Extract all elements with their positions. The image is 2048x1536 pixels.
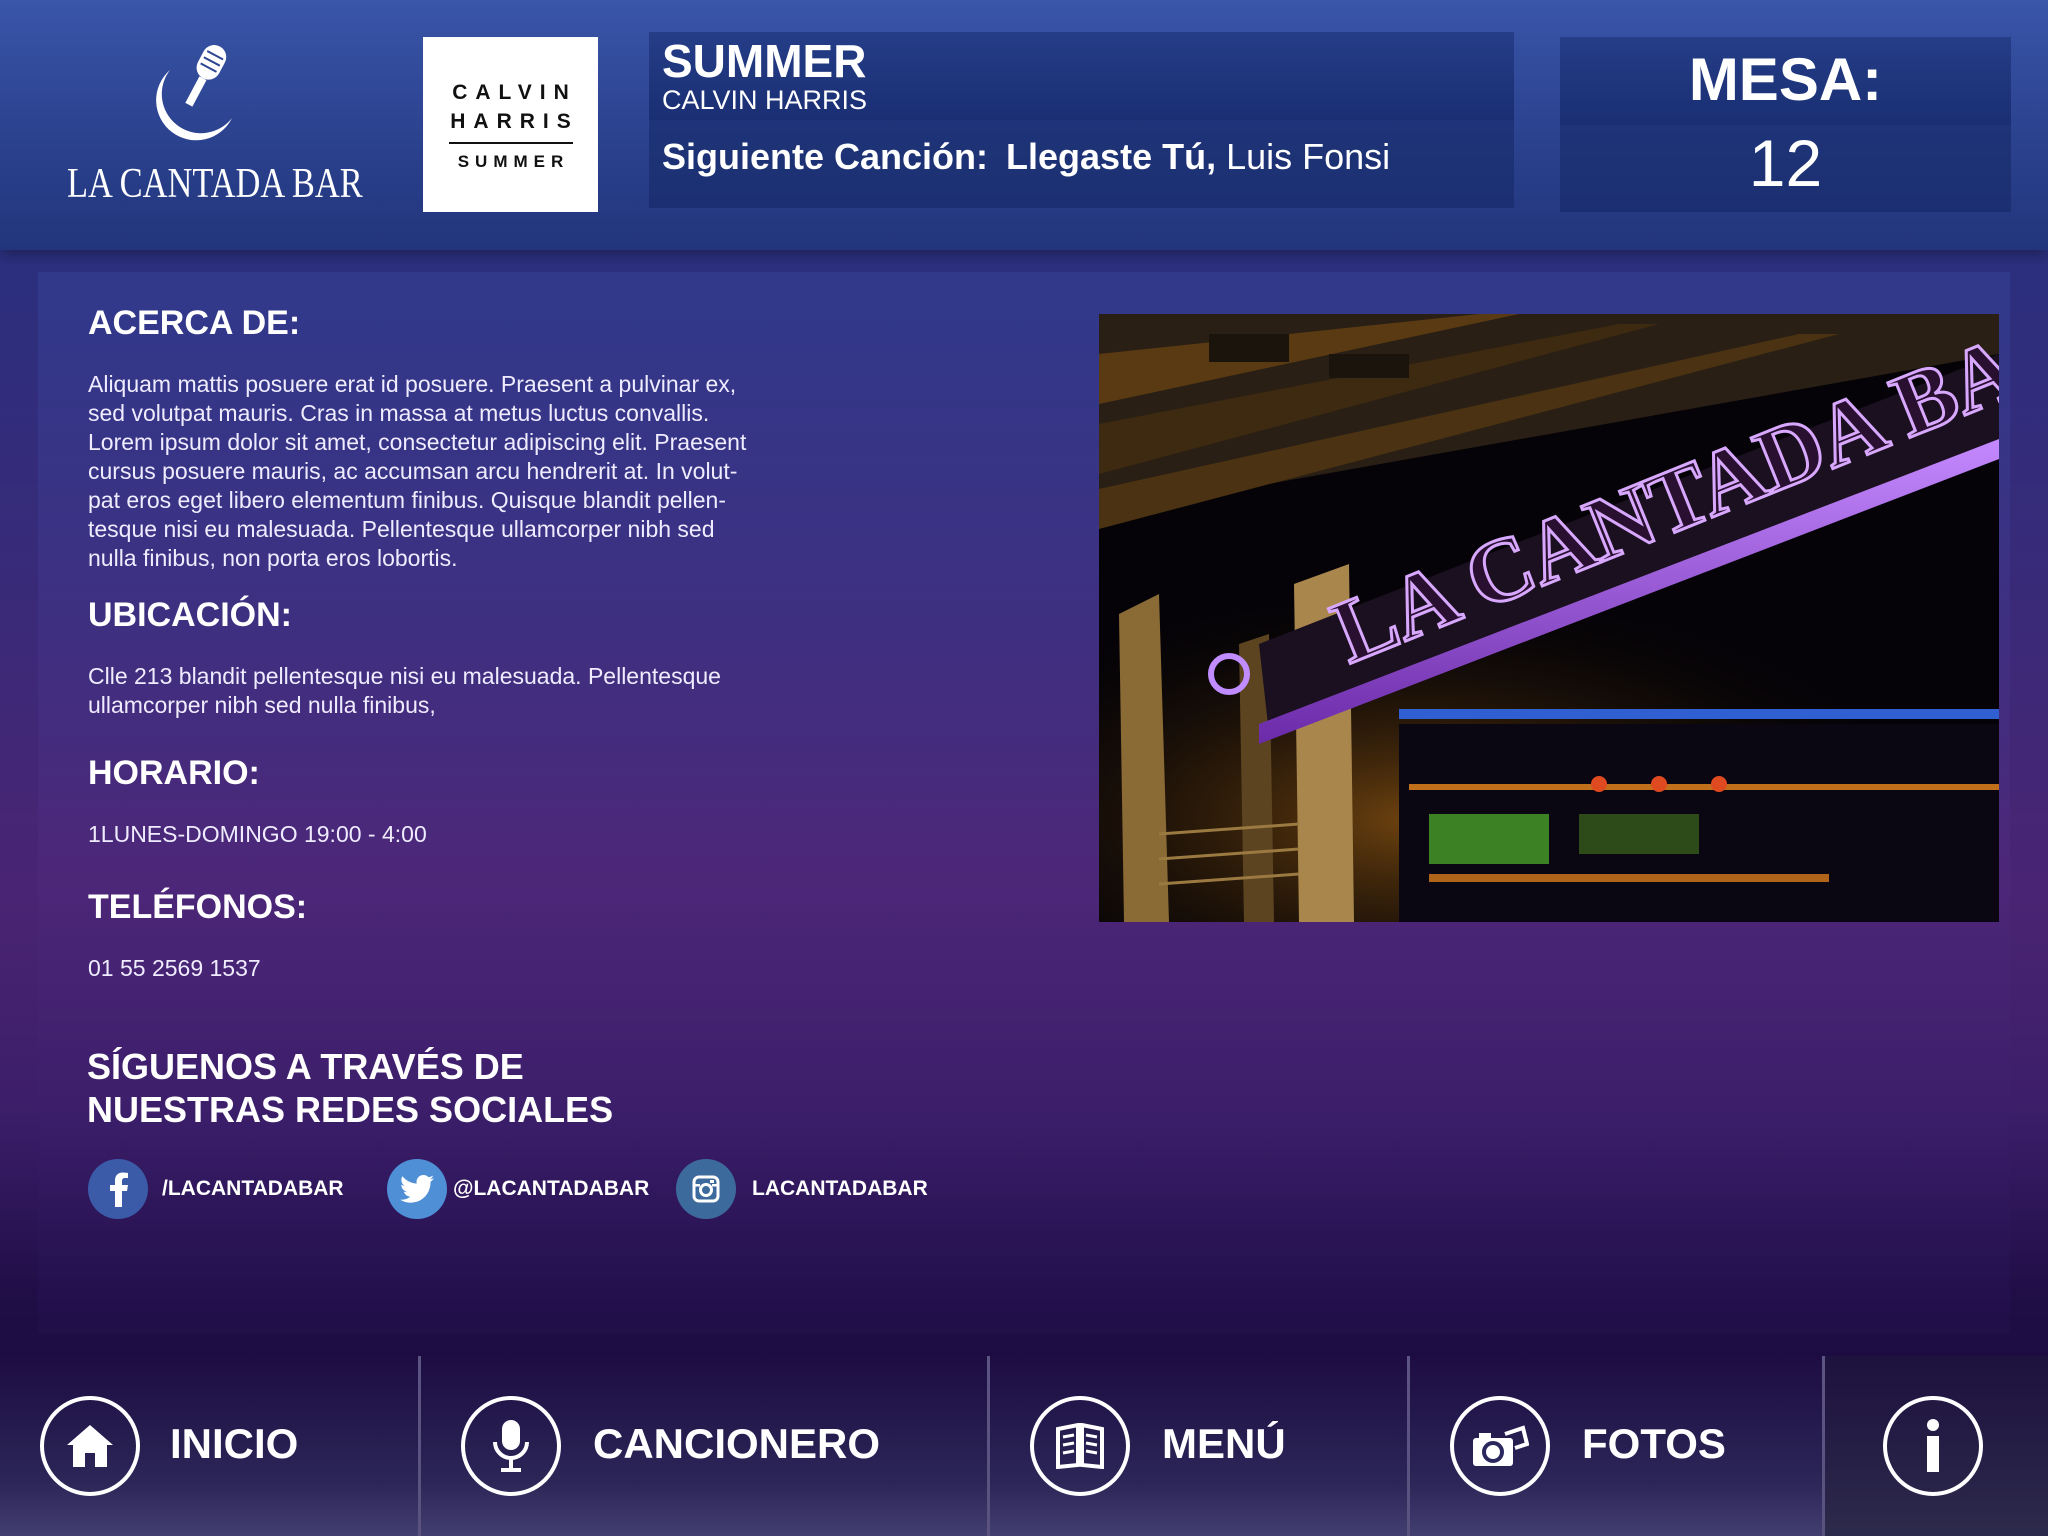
twitter-link[interactable]: @LACANTADABAR	[387, 1159, 649, 1219]
about-line: Lorem ipsum dolor sit amet, consectetur …	[88, 429, 747, 455]
facebook-link[interactable]: /LACANTADABAR	[88, 1159, 344, 1219]
social-heading-line: NUESTRAS REDES SOCIALES	[87, 1089, 614, 1130]
bar-photo: LA CANTADA BAR	[1099, 314, 1999, 922]
nav-label: CANCIONERO	[593, 1420, 881, 1467]
album-artist-line2: HARRIS	[450, 109, 579, 133]
schedule-heading: HORARIO:	[88, 754, 260, 792]
nav-info[interactable]	[1825, 1356, 2048, 1536]
song-artist: CALVIN HARRIS	[662, 85, 868, 115]
about-line: tesque nisi eu malesuada. Pellentesque u…	[88, 516, 715, 542]
next-song-title: Llegaste Tú,	[1006, 136, 1217, 177]
about-line: Aliquam mattis posuere erat id posuere. …	[88, 371, 737, 397]
nav-cancionero[interactable]: CANCIONERO	[421, 1356, 987, 1536]
facebook-icon	[88, 1159, 148, 1219]
album-artist-line1: CALVIN	[452, 80, 577, 104]
twitter-handle: @LACANTADABAR	[453, 1177, 650, 1200]
nav-label: FOTOS	[1582, 1420, 1726, 1467]
microphone-icon	[461, 1396, 561, 1496]
location-text: Clle 213 blandit pellentesque nisi eu ma…	[88, 662, 848, 720]
info-icon	[1883, 1396, 1983, 1496]
table-number-panel: MESA: 12	[1560, 37, 2011, 212]
instagram-icon	[676, 1159, 736, 1219]
about-heading: ACERCA DE:	[88, 304, 301, 342]
schedule-text: 1LUNES-DOMINGO 19:00 - 4:00	[88, 821, 427, 847]
brand-name: LA CANTADA BAR	[67, 161, 363, 207]
phones-text: 01 55 2569 1537	[88, 955, 261, 981]
nav-label: MENÚ	[1162, 1420, 1286, 1467]
song-title: SUMMER	[662, 35, 867, 87]
camera-icon	[1450, 1396, 1550, 1496]
nav-fotos[interactable]: FOTOS	[1410, 1356, 1822, 1536]
social-heading-line: SÍGUENOS A TRAVÉS DE	[87, 1046, 524, 1087]
location-heading: UBICACIÓN:	[88, 596, 292, 634]
about-line: nulla finibus, non porta eros lobortis.	[88, 545, 458, 571]
twitter-icon	[387, 1159, 447, 1219]
table-number: 12	[1748, 126, 1823, 200]
phones-heading: TELÉFONOS:	[88, 888, 308, 926]
info-panel: ACERCA DE: Aliquam mattis posuere erat i…	[38, 272, 2010, 1334]
next-song-artist: Luis Fonsi	[1226, 136, 1391, 177]
bar-photo-illustration: LA CANTADA BAR	[1099, 314, 1999, 922]
album-divider	[448, 141, 573, 144]
header-bar: LA CANTADA BAR CALVIN HARRIS SUMMER SUMM…	[0, 0, 2048, 250]
next-song-label: Siguiente Canción:	[662, 136, 989, 177]
table-label: MESA:	[1688, 46, 1883, 113]
about-line: sed volutpat mauris. Cras in massa at me…	[88, 400, 710, 426]
about-text: Aliquam mattis posuere erat id posuere. …	[88, 370, 848, 573]
nav-inicio[interactable]: INICIO	[0, 1356, 418, 1536]
brand-logo: LA CANTADA BAR	[40, 30, 363, 220]
instagram-link[interactable]: LACANTADABAR	[676, 1159, 928, 1219]
home-icon	[40, 1396, 140, 1496]
instagram-handle: LACANTADABAR	[752, 1177, 928, 1200]
now-playing-current: SUMMER CALVIN HARRIS	[649, 32, 1514, 120]
about-line: pat eros eget libero elementum finibus. …	[88, 487, 726, 513]
bottom-nav: INICIO CANCIONERO MENÚ FOTOS	[0, 1356, 2048, 1536]
nav-label: INICIO	[170, 1420, 299, 1467]
microphone-moon-icon	[156, 45, 232, 141]
facebook-handle: /LACANTADABAR	[162, 1177, 344, 1200]
nav-menu[interactable]: MENÚ	[990, 1356, 1407, 1536]
album-title: SUMMER	[457, 151, 570, 171]
social-heading: SÍGUENOS A TRAVÉS DE NUESTRAS REDES SOCI…	[87, 1045, 787, 1131]
about-line: cursus posuere mauris, ac accumsan arcu …	[88, 458, 738, 484]
location-line: Clle 213 blandit pellentesque nisi eu ma…	[88, 663, 721, 689]
next-song: Siguiente Canción: Llegaste Tú, Luis Fons…	[662, 136, 1390, 178]
menu-book-icon	[1030, 1396, 1130, 1496]
now-playing-panel: SUMMER CALVIN HARRIS Siguiente Canción: L…	[649, 32, 1514, 208]
album-cover: CALVIN HARRIS SUMMER	[423, 37, 598, 212]
location-line: ullamcorper nibh sed nulla finibus,	[88, 692, 436, 718]
